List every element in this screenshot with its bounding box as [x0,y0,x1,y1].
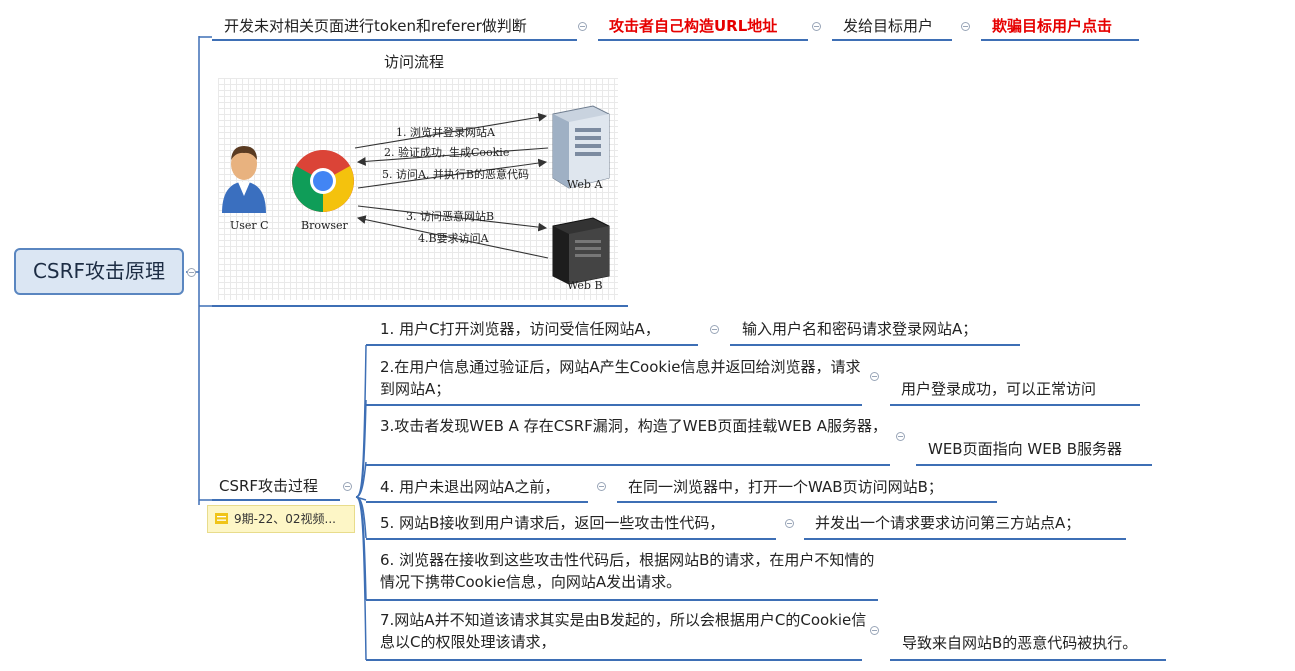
root-collapse-toggle[interactable] [187,268,196,277]
note-icon [215,513,228,524]
process-item-6[interactable]: 6. 浏览器在接收到这些攻击性代码后，根据网站B的请求，在用户不知情的情况下携带… [380,549,880,593]
process-item-1[interactable]: 1. 用户C打开浏览器，访问受信任网站A， [380,318,660,340]
top-step-3[interactable]: 发给目标用户 [843,15,933,37]
process-item-1-underline [366,344,698,346]
process-item-4-child[interactable]: 在同一浏览器中，打开一个WAB页访问网站B； [628,476,943,498]
process-item-3-child-underline [916,464,1152,466]
process-item-5-child-underline [804,538,1126,540]
process-item-3-collapse[interactable] [896,432,905,441]
process-note[interactable]: 9期-22、02视频... [207,505,355,533]
diagram-arrow-1-label: 1. 浏览并登录网站A [396,126,495,139]
diagram-arrow-4-label: 4.B要求访问A [418,232,489,245]
process-note-text: 9期-22、02视频... [234,512,336,526]
process-item-5[interactable]: 5. 网站B接收到用户请求后，返回一些攻击性代码， [380,512,724,534]
top-step-1-collapse[interactable] [578,22,587,31]
web-a-server-icon [552,105,610,189]
diagram-browser-label: Browser [301,219,348,232]
diagram-user-label: User C [230,219,269,232]
process-item-5-child[interactable]: 并发出一个请求要求访问第三方站点A； [815,512,1080,534]
user-icon [222,146,266,213]
diagram-weba-label: Web A [567,178,603,191]
process-item-5-collapse[interactable] [785,519,794,528]
web-b-server-icon [552,217,610,285]
top-step-1[interactable]: 开发未对相关页面进行token和referer做判断 [224,15,527,37]
process-item-1-child-underline [730,344,1020,346]
root-topic[interactable]: CSRF攻击原理 [14,248,184,295]
process-item-4-child-underline [617,501,997,503]
process-item-6-underline [366,599,878,601]
process-item-4[interactable]: 4. 用户未退出网站A之前， [380,476,559,498]
process-item-5-underline [366,538,776,540]
process-item-1-collapse[interactable] [710,325,719,334]
process-item-7-underline [366,659,862,661]
diagram-arrow-5-label: 5. 访问A, 并执行B的恶意代码 [382,168,530,181]
process-item-4-collapse[interactable] [597,482,606,491]
process-item-2-collapse[interactable] [870,372,879,381]
flow-underline [212,305,628,307]
flow-title[interactable]: 访问流程 [384,51,444,73]
diagram-webb-label: Web B [567,279,603,292]
process-item-2-child-underline [890,404,1140,406]
process-item-4-underline [366,501,588,503]
process-underline [212,499,340,501]
top-step-1-underline [212,39,577,41]
process-item-7[interactable]: 7.网站A并不知道该请求其实是由B发起的，所以会根据用户C的Cookie信息以C… [380,609,870,653]
process-item-3-child[interactable]: WEB页面指向 WEB B服务器 [928,438,1122,460]
process-item-7-collapse[interactable] [870,626,879,635]
top-step-4-underline [981,39,1139,41]
process-collapse[interactable] [343,482,352,491]
process-item-3[interactable]: 3.攻击者发现WEB A 存在CSRF漏洞，构造了WEB页面挂载WEB A服务器… [380,415,890,437]
top-step-3-underline [832,39,952,41]
process-item-7-child-underline [890,659,1166,661]
process-item-1-child[interactable]: 输入用户名和密码请求登录网站A； [742,318,977,340]
diagram-arrow-2-label: 2. 验证成功, 生成Cookie [384,146,510,159]
process-item-2-child[interactable]: 用户登录成功，可以正常访问 [901,378,1096,400]
diagram-arrow-3-label: 3. 访问恶意网站B [406,210,495,223]
process-item-3-underline [366,464,890,466]
flow-diagram-image: User C Browser Web A Web B 1. 浏览并登录网站A 2… [218,78,618,300]
process-item-7-child[interactable]: 导致来自网站B的恶意代码被执行。 [902,632,1137,654]
top-step-2-underline [598,39,808,41]
top-step-4[interactable]: 欺骗目标用户点击 [992,15,1112,37]
top-step-2-collapse[interactable] [812,22,821,31]
top-step-3-collapse[interactable] [961,22,970,31]
process-item-2-underline [366,404,862,406]
flow-diagram-drawing [222,105,610,285]
top-step-2[interactable]: 攻击者自己构造URL地址 [609,15,777,37]
browser-icon [292,150,354,212]
process-topic[interactable]: CSRF攻击过程 [219,475,318,497]
process-item-2[interactable]: 2.在用户信息通过验证后，网站A产生Cookie信息并返回给浏览器，请求到网站A… [380,356,870,400]
